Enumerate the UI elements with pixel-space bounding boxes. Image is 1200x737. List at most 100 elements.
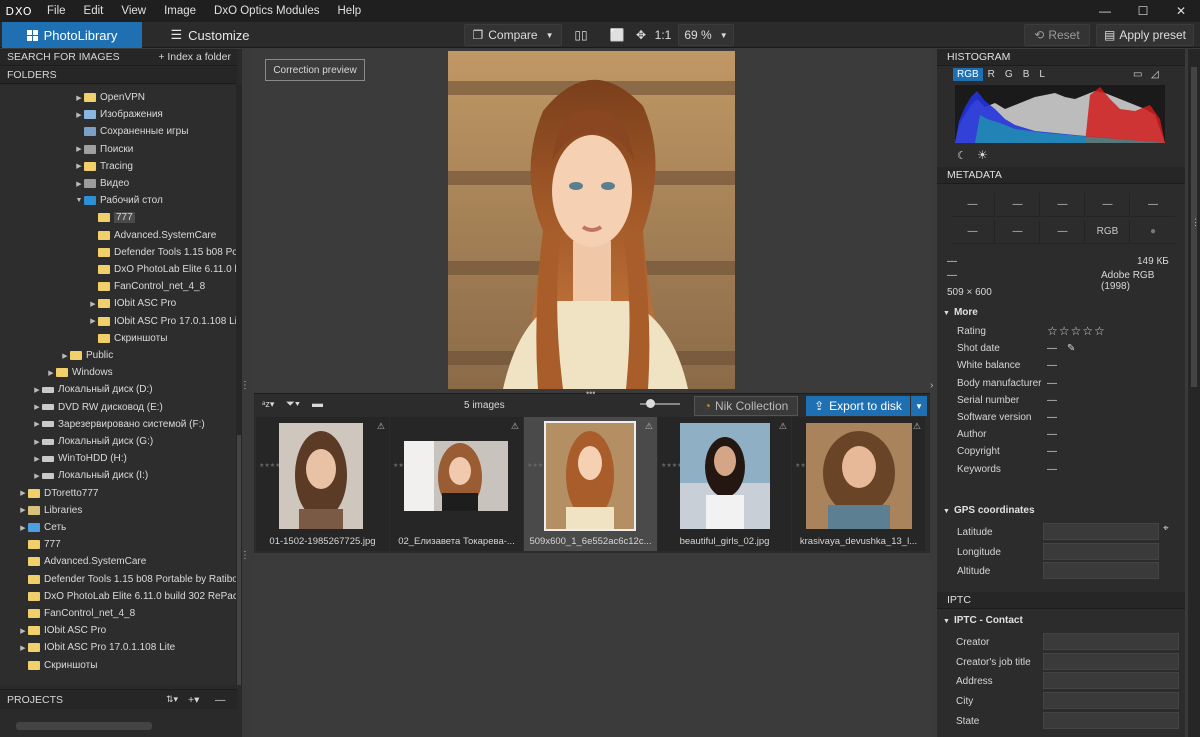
zoom-select[interactable]: 69 % ▼ [678,24,734,46]
tree-item[interactable]: ▶ Видео [74,175,129,192]
tree-item[interactable]: ▶ DVD RW дисковод (E:) [32,399,163,416]
tree-item[interactable]: ▶ OpenVPN [74,89,145,106]
rating-stars[interactable]: ★★★★★ [661,462,688,471]
apply-preset-button[interactable]: ▤ Apply preset [1096,24,1194,46]
chevron-right-icon[interactable]: ▶ [18,506,28,514]
metadata-value[interactable]: — [1047,464,1057,475]
tree-item[interactable]: ▶ Tracing [74,158,133,175]
tree-item[interactable]: ▶ Public [60,347,113,364]
tree-item[interactable]: Advanced.SystemCare [18,553,146,570]
highlight-clipping-icon[interactable]: ☀ [977,148,988,162]
map-pin-icon[interactable]: ⌖ [1163,523,1169,534]
iptc-input[interactable] [1043,711,1179,729]
tab-customize[interactable]: ☰ Customize [160,22,260,48]
monitor-icon[interactable]: ▭ [1133,69,1142,80]
chevron-down-icon[interactable]: ▼ [74,197,84,204]
rating-stars[interactable]: ★★★★★ [259,462,286,471]
histogram-header[interactable]: HISTOGRAM [937,49,1185,66]
tree-item[interactable]: FanControl_net_4_8 [18,605,135,622]
shadow-clipping-icon[interactable]: ☾ [957,149,967,162]
tree-item[interactable]: Defender Tools 1.15 b08 Port [88,244,236,261]
projects-header[interactable]: PROJECTS ⇅▾ +▾ — [0,689,237,709]
thumbnail-4[interactable]: ★★★★★ ⚠ beautiful_girls_02.jpg [658,417,791,551]
crop-fit-button[interactable]: ⬜ [606,24,628,46]
metadata-value[interactable]: — [1047,360,1057,371]
chevron-right-icon[interactable]: ▶ [46,369,56,377]
remove-project-icon[interactable]: — [215,694,226,706]
chevron-right-icon[interactable]: ▶ [74,180,84,188]
menu-view[interactable]: View [112,0,155,22]
tree-item[interactable]: ▶ IObit ASC Pro [18,622,106,639]
edit-pencil-icon[interactable]: ✎ [1067,343,1075,354]
softproof-icon[interactable]: ◿ [1151,69,1159,80]
iptc-input[interactable] [1043,652,1179,670]
metadata-value[interactable]: — [1047,378,1057,389]
iptc-header[interactable]: IPTC [937,592,1185,609]
correction-preview-button[interactable]: Correction preview [265,59,365,81]
split-view-button[interactable]: ▯▯ [570,24,592,46]
tree-item[interactable]: ▶ Libraries [18,502,82,519]
chevron-right-icon[interactable]: ▶ [32,455,42,463]
metadata-value[interactable]: — [1047,429,1057,440]
chevron-right-icon[interactable]: ▶ [88,317,98,325]
tree-item[interactable]: 777 [18,536,61,553]
menu-file[interactable]: File [38,0,75,22]
search-for-images-header[interactable]: SEARCH FOR IMAGES + Index a folder [0,49,237,66]
viewer-resize-handle[interactable]: ••• [586,388,595,398]
export-to-disk-button[interactable]: ⇪ Export to disk [806,396,910,416]
iptc-input[interactable] [1043,672,1179,690]
metadata-value[interactable]: — [1047,446,1057,457]
rating-stars[interactable]: ★★★★★ [527,462,554,471]
chevron-right-icon[interactable]: ▶ [18,627,28,635]
gps-input[interactable] [1043,523,1159,540]
gps-section-toggle[interactable]: ▼ GPS coordinates [943,505,1035,516]
more-section-toggle[interactable]: ▼ More [943,307,978,318]
thumbnail-5[interactable]: ★★★★★ ⚠ krasivaya_devushka_13_l... [792,417,925,551]
chevron-right-icon[interactable]: ▶ [32,403,42,411]
tree-item[interactable]: ▶ Windows [46,364,112,381]
tree-item[interactable]: Сохраненные игры [74,123,188,140]
rating-stars[interactable]: ★★★★★ [393,462,420,471]
channel-l[interactable]: L [1034,68,1050,81]
chevron-right-icon[interactable]: ▶ [32,438,42,446]
chevron-right-icon[interactable]: ▶ [18,644,28,652]
tree-item[interactable]: ▶ WinToHDD (H:) [32,450,127,467]
add-project-icon[interactable]: +▾ [188,694,199,706]
chevron-right-icon[interactable]: ▶ [74,111,84,119]
tree-item[interactable]: Advanced.SystemCare [88,227,216,244]
chevron-right-icon[interactable]: ▶ [18,524,28,532]
channel-b[interactable]: B [1018,68,1035,81]
tree-item[interactable]: Defender Tools 1.15 b08 Portable by Rati… [18,571,236,588]
tree-item[interactable]: 777 [88,209,135,226]
chevron-right-icon[interactable]: ▶ [32,472,42,480]
iptc-input[interactable] [1043,692,1179,710]
menu-help[interactable]: Help [329,0,371,22]
channel-r[interactable]: R [983,68,1000,81]
thumbnail-2[interactable]: ★★★★★ ⚠ 02_Елизавета Токарева-... [390,417,523,551]
metadata-value[interactable]: — [1047,395,1057,406]
tree-item[interactable]: DxO PhotoLab Elite 6.11.0 bu [88,261,236,278]
filter-icon[interactable]: ⏷▾ [286,398,300,411]
metadata-header[interactable]: METADATA [937,167,1185,184]
sort-icon[interactable]: ⇅▾ [166,694,178,705]
close-button[interactable]: ✕ [1162,0,1200,22]
tab-photolibrary[interactable]: PhotoLibrary [2,22,142,48]
export-options-dropdown[interactable]: ▼ [911,396,927,416]
gps-input[interactable] [1043,562,1159,579]
right-panel-scrollbar[interactable]: ⋮ [1188,49,1200,737]
iptc-contact-toggle[interactable]: ▼ IPTC - Contact [943,615,1023,626]
chevron-right-icon[interactable]: ▶ [74,162,84,170]
chevron-right-icon[interactable]: ▶ [18,489,28,497]
nik-collection-button[interactable]: ◔ Nik Collection [694,396,798,416]
tree-item[interactable]: FanControl_net_4_8 [88,278,205,295]
rating-stars[interactable]: ★★★★★ [795,462,822,471]
thumbnail-3[interactable]: ★★★★★ ⚠ 509x600_1_6e552ac6c12c... [524,417,657,551]
tree-item[interactable]: ▶ DToretto777 [18,485,98,502]
tree-item[interactable]: Скриншоты [18,657,97,674]
tree-item[interactable]: DxO PhotoLab Elite 6.11.0 build 302 RePa… [18,588,236,605]
iptc-input[interactable] [1043,633,1179,650]
panel-resize-handle[interactable]: ⋮ [240,380,250,391]
menu-optics-modules[interactable]: DxO Optics Modules [205,0,328,22]
tree-item[interactable]: ▶ IObit ASC Pro 17.0.1.108 Lite [18,639,175,656]
index-folder-button[interactable]: + Index a folder [158,51,231,63]
